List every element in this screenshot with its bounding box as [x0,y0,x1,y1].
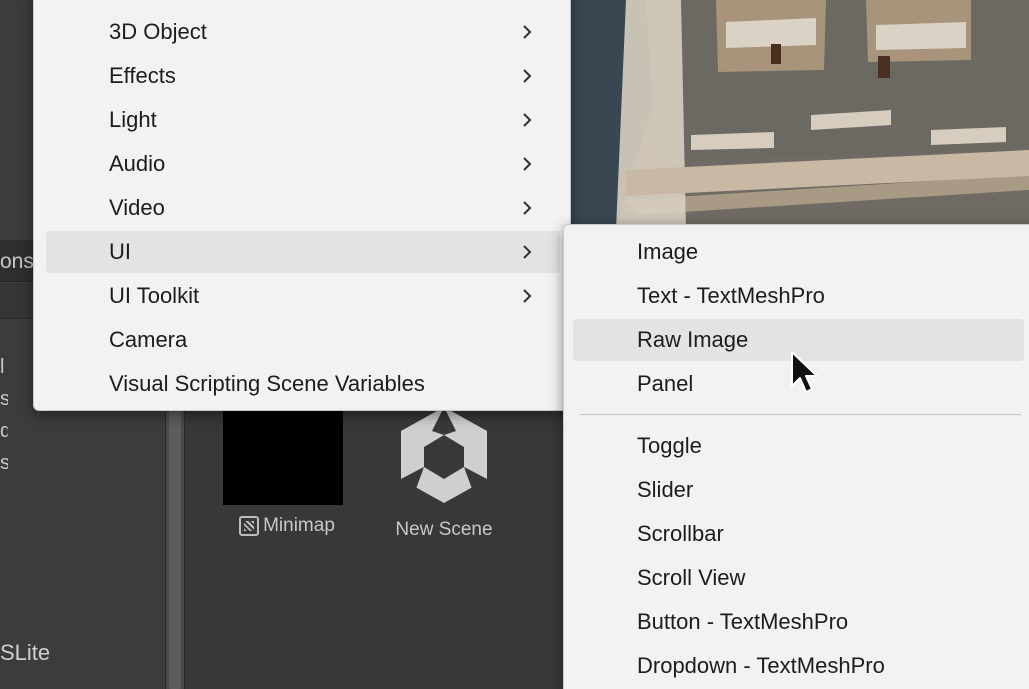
menu-item-effects[interactable]: Effects [46,55,560,97]
submenu-item-image[interactable]: Image [573,231,1024,273]
menu-item-label: 3D Object [109,19,207,44]
create-context-menu: 3D Object Effects Light Audio Video UI U… [33,0,571,411]
asset-label-row: Minimap [222,515,352,537]
chevron-right-icon [523,113,532,127]
scene-render [566,0,1029,228]
submenu-item-dropdown-textmeshpro[interactable]: Dropdown - TextMeshPro [573,645,1024,687]
menu-item-video[interactable]: Video [46,187,560,229]
chevron-right-icon [523,69,532,83]
submenu-item-button-textmeshpro[interactable]: Button - TextMeshPro [573,601,1024,643]
menu-item-label: Scroll View [637,565,746,590]
hierarchy-item-label[interactable]: SLite [0,640,50,666]
submenu-item-toggle[interactable]: Toggle [573,425,1024,467]
menu-item-audio[interactable]: Audio [46,143,560,185]
submenu-item-slider[interactable]: Slider [573,469,1024,511]
menu-item-label: Camera [109,327,188,352]
clipped-row-text: s [0,452,8,474]
clipped-row-text: s [0,388,8,410]
menu-item-label: Image [637,239,699,264]
menu-item-label: Visual Scripting Scene Variables [109,371,425,396]
menu-item-ui-toolkit[interactable]: UI Toolkit [46,275,560,317]
render-texture-icon [239,516,260,536]
mouse-cursor-icon [791,351,818,393]
menu-item-label: Audio [109,151,166,176]
menu-item-label: Scrollbar [637,521,724,546]
menu-item-label: Raw Image [637,327,749,352]
submenu-item-scroll-view[interactable]: Scroll View [573,557,1024,599]
menu-item-label: Toggle [637,433,702,458]
chevron-right-icon [523,245,532,259]
menu-item-label: Panel [637,371,694,396]
chevron-right-icon [523,201,532,215]
unity-scene-icon [401,407,487,503]
asset-minimap[interactable]: Minimap [222,400,352,537]
chevron-right-icon [523,289,532,303]
menu-item-label: Video [109,195,165,220]
menu-item-visual-scripting-scene-variables[interactable]: Visual Scripting Scene Variables [46,363,560,405]
chevron-right-icon [523,25,532,39]
clipped-row-text: l [0,356,5,378]
menu-item-ui[interactable]: UI [46,231,560,273]
menu-item-3d-object[interactable]: 3D Object [46,11,560,53]
menu-item-label: Dropdown - TextMeshPro [637,653,885,678]
ui-submenu: Image Text - TextMeshPro Raw Image Panel… [563,224,1029,689]
menu-item-label: UI Toolkit [109,283,200,308]
menu-item-label: Button - TextMeshPro [637,609,849,634]
submenu-item-scrollbar[interactable]: Scrollbar [573,513,1024,555]
asset-name: New Scene [395,519,493,540]
minimap-thumbnail [223,400,343,505]
menu-item-camera[interactable]: Camera [46,319,560,361]
menu-item-label: Slider [637,477,694,502]
menu-item-label: Light [109,107,157,132]
asset-new-scene[interactable]: New Scene [374,400,514,541]
chevron-right-icon [523,157,532,171]
asset-name: Minimap [263,515,335,536]
submenu-item-text-textmeshpro[interactable]: Text - TextMeshPro [573,275,1024,317]
menu-item-label: Text - TextMeshPro [637,283,825,308]
clipped-row-text: d [0,420,8,442]
scene-viewport[interactable] [566,0,1029,228]
menu-item-label: UI [109,239,131,264]
menu-separator [580,414,1021,415]
menu-item-light[interactable]: Light [46,99,560,141]
menu-item-label: Effects [109,63,176,88]
